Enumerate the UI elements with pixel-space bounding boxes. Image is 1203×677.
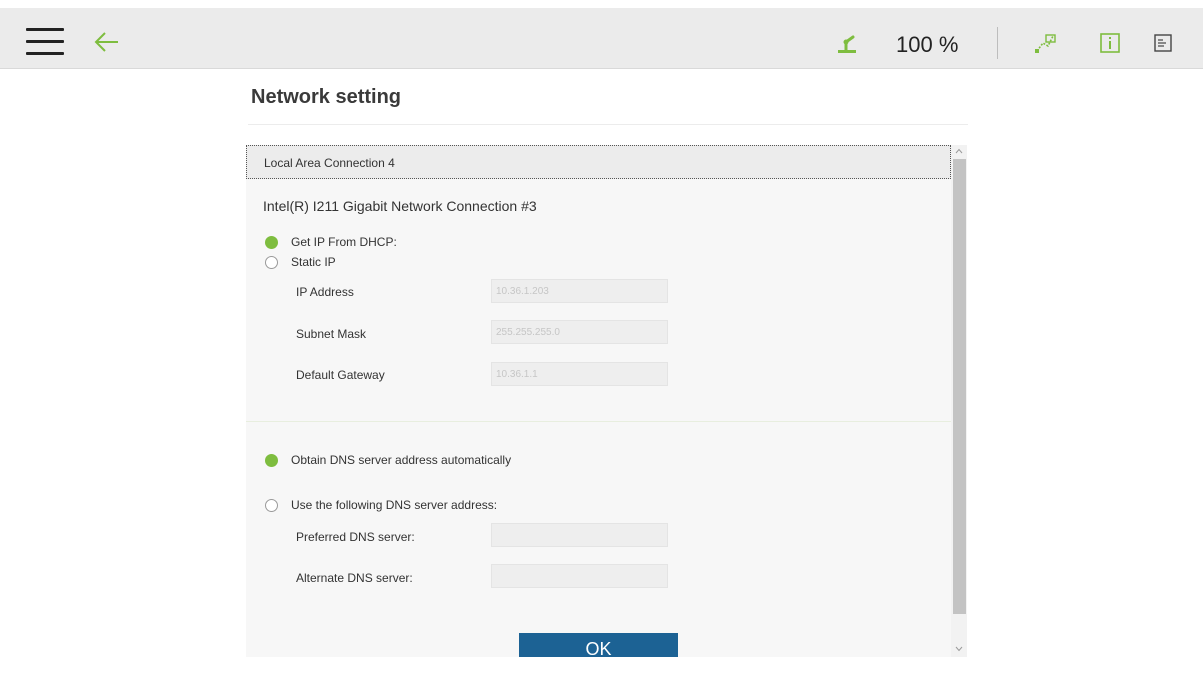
dhcp-radio-option[interactable]: Get IP From DHCP: <box>265 235 397 249</box>
dns-manual-radio[interactable] <box>265 498 278 512</box>
default-gateway-label: Default Gateway <box>296 368 385 382</box>
preferred-dns-input[interactable] <box>491 523 668 547</box>
dns-auto-radio[interactable] <box>265 453 278 467</box>
alternate-dns-label: Alternate DNS server: <box>296 571 413 585</box>
network-status-icon[interactable] <box>1032 30 1058 56</box>
dns-auto-radio-option[interactable]: Obtain DNS server address automatically <box>265 453 511 467</box>
toolbar-divider <box>997 27 998 59</box>
scroll-up-arrow-icon[interactable] <box>951 145 967 159</box>
info-icon[interactable] <box>1097 30 1123 56</box>
preferred-dns-label: Preferred DNS server: <box>296 530 415 544</box>
dns-auto-label: Obtain DNS server address automatically <box>291 453 512 467</box>
panel-content: Local Area Connection 4 Intel(R) I211 Gi… <box>246 145 951 657</box>
static-ip-radio[interactable] <box>265 255 278 269</box>
dhcp-radio[interactable] <box>265 235 278 249</box>
static-ip-radio-option[interactable]: Static IP <box>265 255 336 269</box>
subnet-mask-label: Subnet Mask <box>296 327 367 341</box>
ip-address-input[interactable]: 10.36.1.203 <box>491 279 668 303</box>
ip-address-label: IP Address <box>296 285 354 299</box>
connection-header[interactable]: Local Area Connection 4 <box>246 145 951 179</box>
static-ip-label: Static IP <box>291 255 336 269</box>
zoom-level: 100 % <box>896 32 959 57</box>
dhcp-label: Get IP From DHCP: <box>291 235 397 249</box>
subnet-mask-input[interactable]: 255.255.255.0 <box>491 320 668 344</box>
scrollbar-thumb[interactable] <box>953 159 966 614</box>
section-divider <box>246 421 951 422</box>
adapter-name: Intel(R) I211 Gigabit Network Connection… <box>263 198 537 214</box>
title-divider <box>248 124 968 125</box>
page-title: Network setting <box>251 86 402 108</box>
default-gateway-input[interactable]: 10.36.1.1 <box>491 362 668 386</box>
back-arrow-icon[interactable] <box>92 30 120 54</box>
top-toolbar: 100 % <box>0 8 1203 69</box>
alternate-dns-input[interactable] <box>491 564 668 588</box>
network-settings-panel: Local Area Connection 4 Intel(R) I211 Gi… <box>246 145 967 657</box>
ok-button[interactable]: OK <box>519 633 678 657</box>
dns-manual-radio-option[interactable]: Use the following DNS server address: <box>265 498 497 512</box>
scroll-down-arrow-icon[interactable] <box>951 643 967 657</box>
panel-toggle-icon[interactable] <box>1150 30 1176 56</box>
dns-manual-label: Use the following DNS server address: <box>291 498 498 512</box>
hamburger-menu-icon[interactable] <box>26 28 64 56</box>
vertical-scrollbar[interactable] <box>951 145 967 657</box>
robot-arm-icon[interactable] <box>834 30 860 56</box>
